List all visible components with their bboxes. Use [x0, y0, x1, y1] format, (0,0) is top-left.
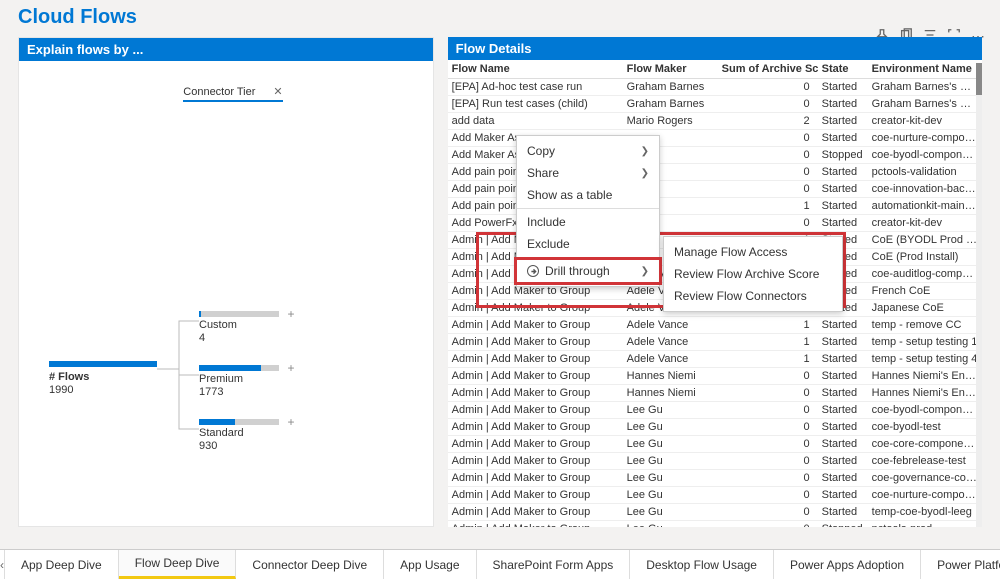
table-row[interactable]: Admin | Add Maker to GroupAdele Vance1St… — [448, 317, 982, 334]
explain-flows-card: Explain flows by ... Connector Tier ✕ # … — [18, 37, 434, 527]
chevron-right-icon: ❯ — [641, 266, 649, 277]
table-row[interactable]: Admin | Add Maker to GroupHannes Niemi0S… — [448, 368, 982, 385]
table-row[interactable]: Admin | Add Maker to GroupLee Gu0Started… — [448, 402, 982, 419]
drill-through-icon — [527, 265, 539, 277]
tree-node-premium[interactable]: Premium 1773 + — [199, 365, 289, 398]
tab-desktop-flow-usage[interactable]: Desktop Flow Usage — [630, 550, 774, 579]
expand-icon[interactable]: + — [285, 417, 297, 429]
tab-power-apps-adoption[interactable]: Power Apps Adoption — [774, 550, 921, 579]
ctx-share[interactable]: Share❯ — [517, 162, 659, 184]
explain-card-header: Explain flows by ... — [19, 38, 433, 61]
tab-app-deep-dive[interactable]: App Deep Dive — [5, 550, 119, 579]
tab-sharepoint-form-apps[interactable]: SharePoint Form Apps — [477, 550, 631, 579]
table-row[interactable]: Admin | Add Maker to GroupLee Gu0Started… — [448, 470, 982, 487]
table-row[interactable]: Admin | Add Maker to GroupHannes Niemi0S… — [448, 385, 982, 402]
ctx-drill-through[interactable]: Drill through ❯ — [517, 260, 659, 282]
filter-chip-connector-tier[interactable]: Connector Tier ✕ — [183, 83, 282, 102]
tab-app-usage[interactable]: App Usage — [384, 550, 476, 579]
ctx-exclude[interactable]: Exclude — [517, 233, 659, 255]
table-row[interactable]: add dataMario Rogers2Startedcreator-kit-… — [448, 113, 982, 130]
col-state[interactable]: State — [818, 60, 868, 79]
chevron-right-icon: ❯ — [641, 146, 649, 157]
table-row[interactable]: Admin | Add Maker to GroupLee Gu0Started… — [448, 504, 982, 521]
tree-root-node[interactable]: # Flows 1990 — [49, 361, 157, 396]
context-menu: Copy❯ Share❯ Show as a table Include Exc… — [516, 135, 660, 287]
col-env[interactable]: Environment Name — [868, 60, 982, 79]
table-row[interactable]: Admin | Add Maker to GroupAdele Vance1St… — [448, 351, 982, 368]
table-row[interactable]: Admin | Add Maker to GroupAdele Vance1St… — [448, 334, 982, 351]
details-card-header: Flow Details — [448, 37, 982, 60]
tab-power-platform-yoy-adopti[interactable]: Power Platform YoY Adopti — [921, 550, 1000, 579]
tree-node-custom[interactable]: Custom 4 + — [199, 311, 289, 344]
ctx-include[interactable]: Include — [517, 211, 659, 233]
table-row[interactable]: Admin | Add Maker to GroupLee Gu0Started… — [448, 419, 982, 436]
tab-connector-deep-dive[interactable]: Connector Deep Dive — [236, 550, 384, 579]
chevron-right-icon: ❯ — [641, 168, 649, 179]
tree-node-standard[interactable]: Standard 930 + — [199, 419, 289, 452]
table-row[interactable]: [EPA] Ad-hoc test case runGraham Barnes0… — [448, 79, 982, 96]
expand-icon[interactable]: + — [285, 363, 297, 375]
table-row[interactable]: Admin | Add Maker to GroupLee Gu0Stopped… — [448, 521, 982, 528]
drill-through-submenu: Manage Flow Access Review Flow Archive S… — [663, 236, 843, 312]
ctx-copy[interactable]: Copy❯ — [517, 140, 659, 162]
col-flow-maker[interactable]: Flow Maker — [623, 60, 718, 79]
close-icon[interactable]: ✕ — [273, 85, 282, 98]
submenu-manage-flow-access[interactable]: Manage Flow Access — [664, 241, 842, 263]
table-row[interactable]: Admin | Add Maker to GroupLee Gu0Started… — [448, 487, 982, 504]
col-flow-name[interactable]: Flow Name — [448, 60, 623, 79]
table-row[interactable]: Admin | Add Maker to GroupLee Gu0Started… — [448, 436, 982, 453]
submenu-review-connectors[interactable]: Review Flow Connectors — [664, 285, 842, 307]
page-title: Cloud Flows — [0, 0, 1000, 37]
table-row[interactable]: Admin | Add Maker to GroupLee Gu0Started… — [448, 453, 982, 470]
tab-flow-deep-dive[interactable]: Flow Deep Dive — [119, 550, 237, 579]
scrollbar-track — [976, 63, 982, 527]
expand-icon[interactable]: + — [285, 309, 297, 321]
submenu-review-archive-score[interactable]: Review Flow Archive Score — [664, 263, 842, 285]
col-archive-score[interactable]: Sum of Archive Score — [718, 60, 818, 79]
page-tabs: ‹ App Deep DiveFlow Deep DiveConnector D… — [0, 549, 1000, 579]
ctx-show-as-table[interactable]: Show as a table — [517, 184, 659, 206]
scrollbar-thumb[interactable] — [976, 63, 982, 95]
table-row[interactable]: [EPA] Run test cases (child)Graham Barne… — [448, 96, 982, 113]
